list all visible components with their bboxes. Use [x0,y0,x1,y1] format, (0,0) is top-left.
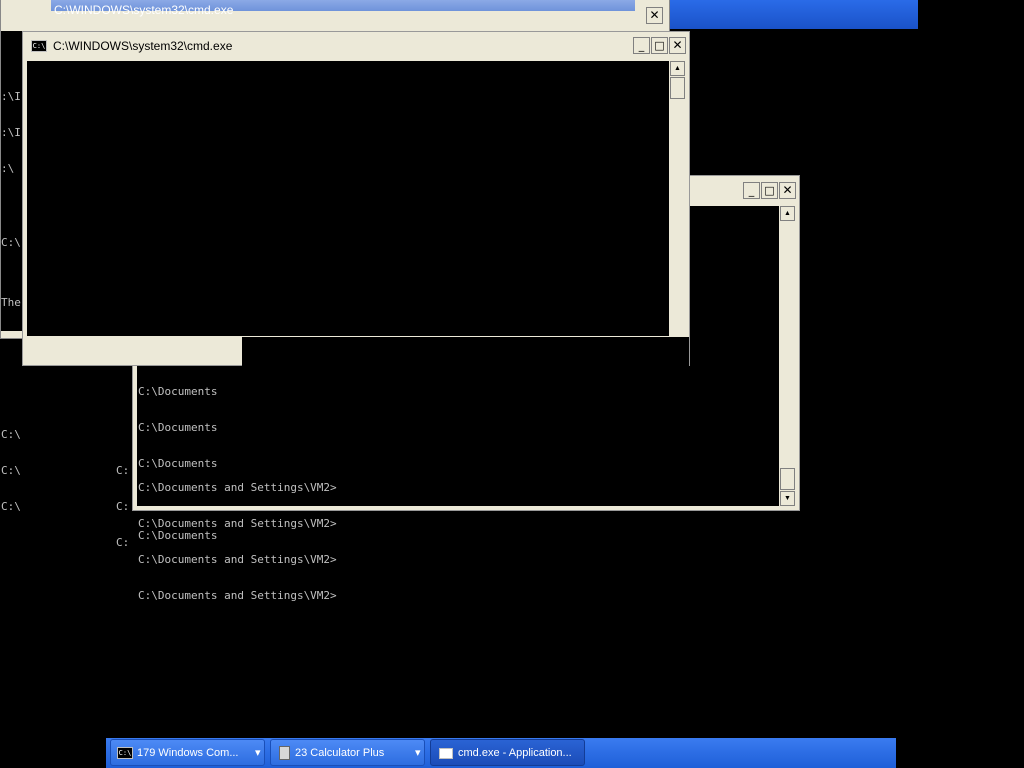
window-title: C:\WINDOWS\system32\cmd.exe [53,39,233,53]
window-icon [439,748,453,759]
console-line: C:\Documents and Settings\VM2> [138,553,337,566]
calculator-icon [279,746,290,760]
console-area [27,61,669,336]
taskbar-item-label: 179 Windows Com... [137,747,239,759]
maximize-button[interactable]: □ [761,182,778,199]
cmd-icon: C:\ [117,747,133,759]
close-button[interactable]: ✕ [669,37,686,54]
maximize-button[interactable]: □ [651,37,668,54]
console-line: C:\ [1,464,21,477]
scroll-up-arrow-icon[interactable]: ▲ [780,206,795,221]
scroll-thumb[interactable] [670,77,685,99]
taskbar-item-calculator[interactable]: 23 Calculator Plus ▾ [270,739,425,766]
background-window-strip [668,0,918,29]
scroll-up-arrow-icon[interactable]: ▲ [670,61,685,76]
scroll-thumb[interactable] [780,468,795,490]
taskbar-item-label: cmd.exe - Application... [458,747,572,759]
minimize-button[interactable]: _ [743,182,760,199]
chevron-down-icon[interactable]: ▾ [255,740,261,767]
cmd-window-front[interactable]: C:\ C:\WINDOWS\system32\cmd.exe _ □ ✕ ▲ [22,31,690,367]
console-line: C:\Documents and Settings\VM2> [138,517,337,530]
console-line: C: [116,536,130,549]
console-line: C: [116,500,130,513]
taskbar-item-windows-command[interactable]: C:\ 179 Windows Com... ▾ [110,739,265,766]
console-line: C:\ [1,500,21,513]
vertical-scrollbar[interactable]: ▲ [669,61,686,336]
close-button[interactable]: ✕ [779,182,796,199]
scroll-down-arrow-icon[interactable]: ▼ [780,491,795,506]
taskbar-item-label: 23 Calculator Plus [295,747,385,759]
console-line: C:\ [1,428,21,441]
unpainted-region [242,337,689,367]
console-output-bottom: C:\Documents and Settings\VM2> C:\Docume… [138,458,337,626]
console-line: C:\Documents and Settings\VM2> [138,589,337,602]
console-line: C:\Documents [138,385,218,398]
console-line: C: [116,464,130,477]
close-button[interactable]: ✕ [646,7,663,24]
window-title: C:\WINDOWS\system32\cmd.exe [54,3,234,17]
cmd-icon: C:\ [31,40,47,52]
console-fragment-left: C: C: C: [116,441,129,561]
taskbar-item-cmd-application[interactable]: cmd.exe - Application... [430,739,585,766]
vertical-scrollbar[interactable]: ▲ ▼ [779,206,796,506]
minimize-button[interactable]: _ [633,37,650,54]
console-line: C:\Documents and Settings\VM2> [138,481,337,494]
chevron-down-icon[interactable]: ▾ [415,740,421,767]
console-line: C:\Documents [138,421,218,434]
